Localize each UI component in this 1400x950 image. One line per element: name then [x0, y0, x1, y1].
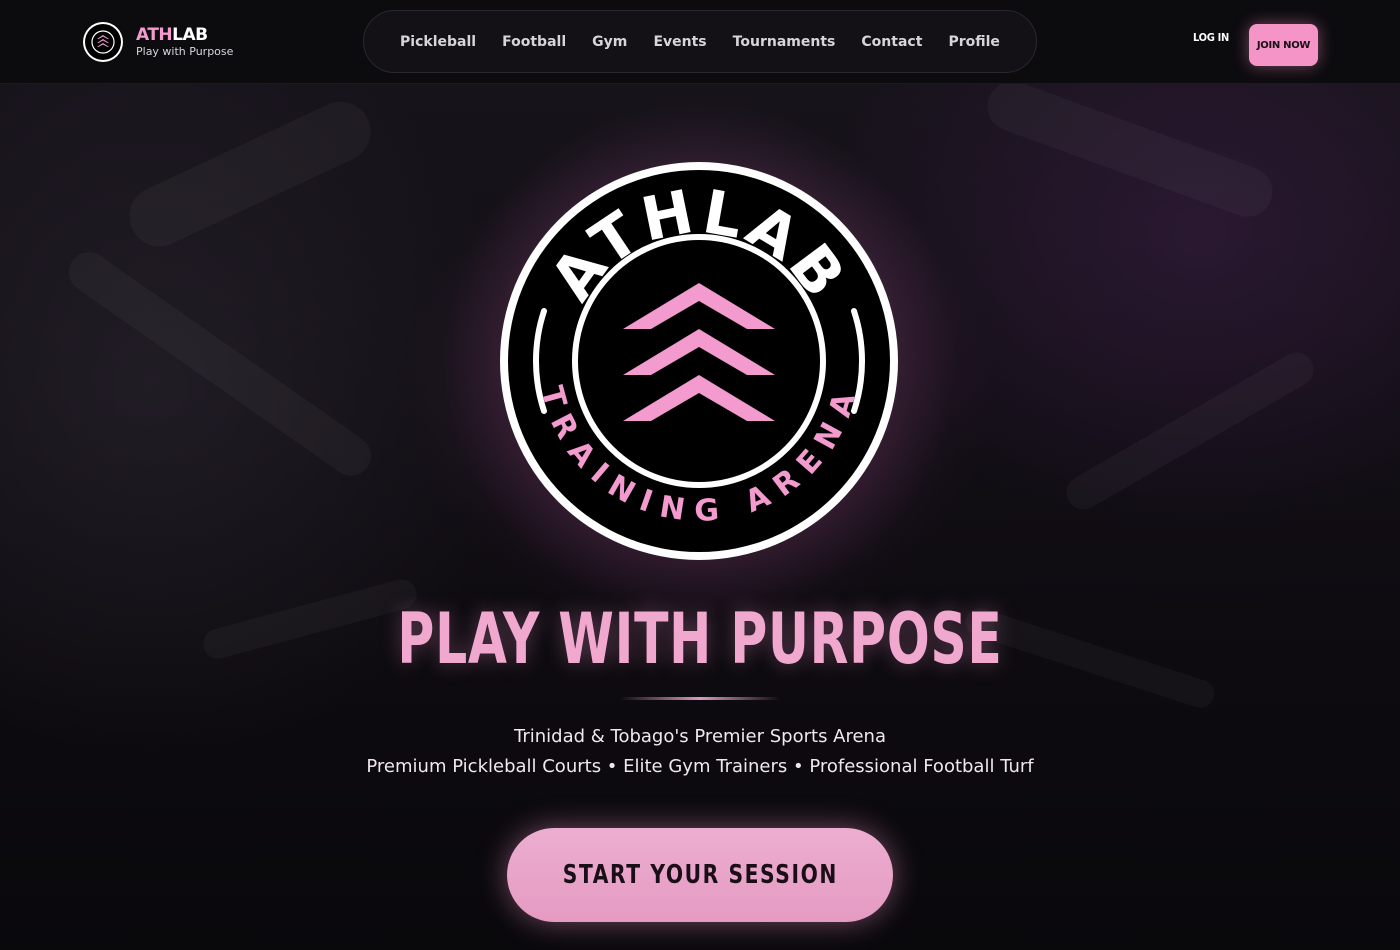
start-session-label: START YOUR SESSION [562, 860, 838, 890]
login-link[interactable]: LOG IN [1188, 31, 1234, 44]
athlab-logo-icon [83, 22, 123, 62]
headline-divider [620, 697, 780, 700]
nav-item-profile[interactable]: Profile [948, 34, 999, 50]
top-navigation-bar: ATHLAB Play with Purpose Pickleball Foot… [0, 0, 1400, 84]
nav-item-gym[interactable]: Gym [592, 34, 627, 50]
brand[interactable]: ATHLAB Play with Purpose [82, 21, 233, 63]
brand-tagline: Play with Purpose [136, 45, 234, 58]
nav-item-football[interactable]: Football [502, 34, 566, 50]
nav-item-events[interactable]: Events [653, 34, 706, 50]
brand-name: ATHLAB [136, 25, 208, 45]
hero-headline: PLAY WITH PURPOSE [397, 598, 1003, 680]
nav-item-tournaments[interactable]: Tournaments [733, 34, 836, 50]
nav-item-contact[interactable]: Contact [861, 34, 922, 50]
start-session-button[interactable]: START YOUR SESSION [507, 828, 893, 922]
hero-subtitle-line1: Trinidad & Tobago's Premier Sports Arena [513, 726, 886, 747]
nav-item-pickleball[interactable]: Pickleball [400, 34, 476, 50]
main-nav: Pickleball Football Gym Events Tournamen… [363, 10, 1037, 73]
athlab-emblem-icon: ATHLAB TRAINING ARENA [500, 162, 898, 560]
join-now-button[interactable]: JOIN NOW [1249, 24, 1318, 66]
hero-subtitle-line2: Premium Pickleball Courts • Elite Gym Tr… [366, 756, 1034, 777]
